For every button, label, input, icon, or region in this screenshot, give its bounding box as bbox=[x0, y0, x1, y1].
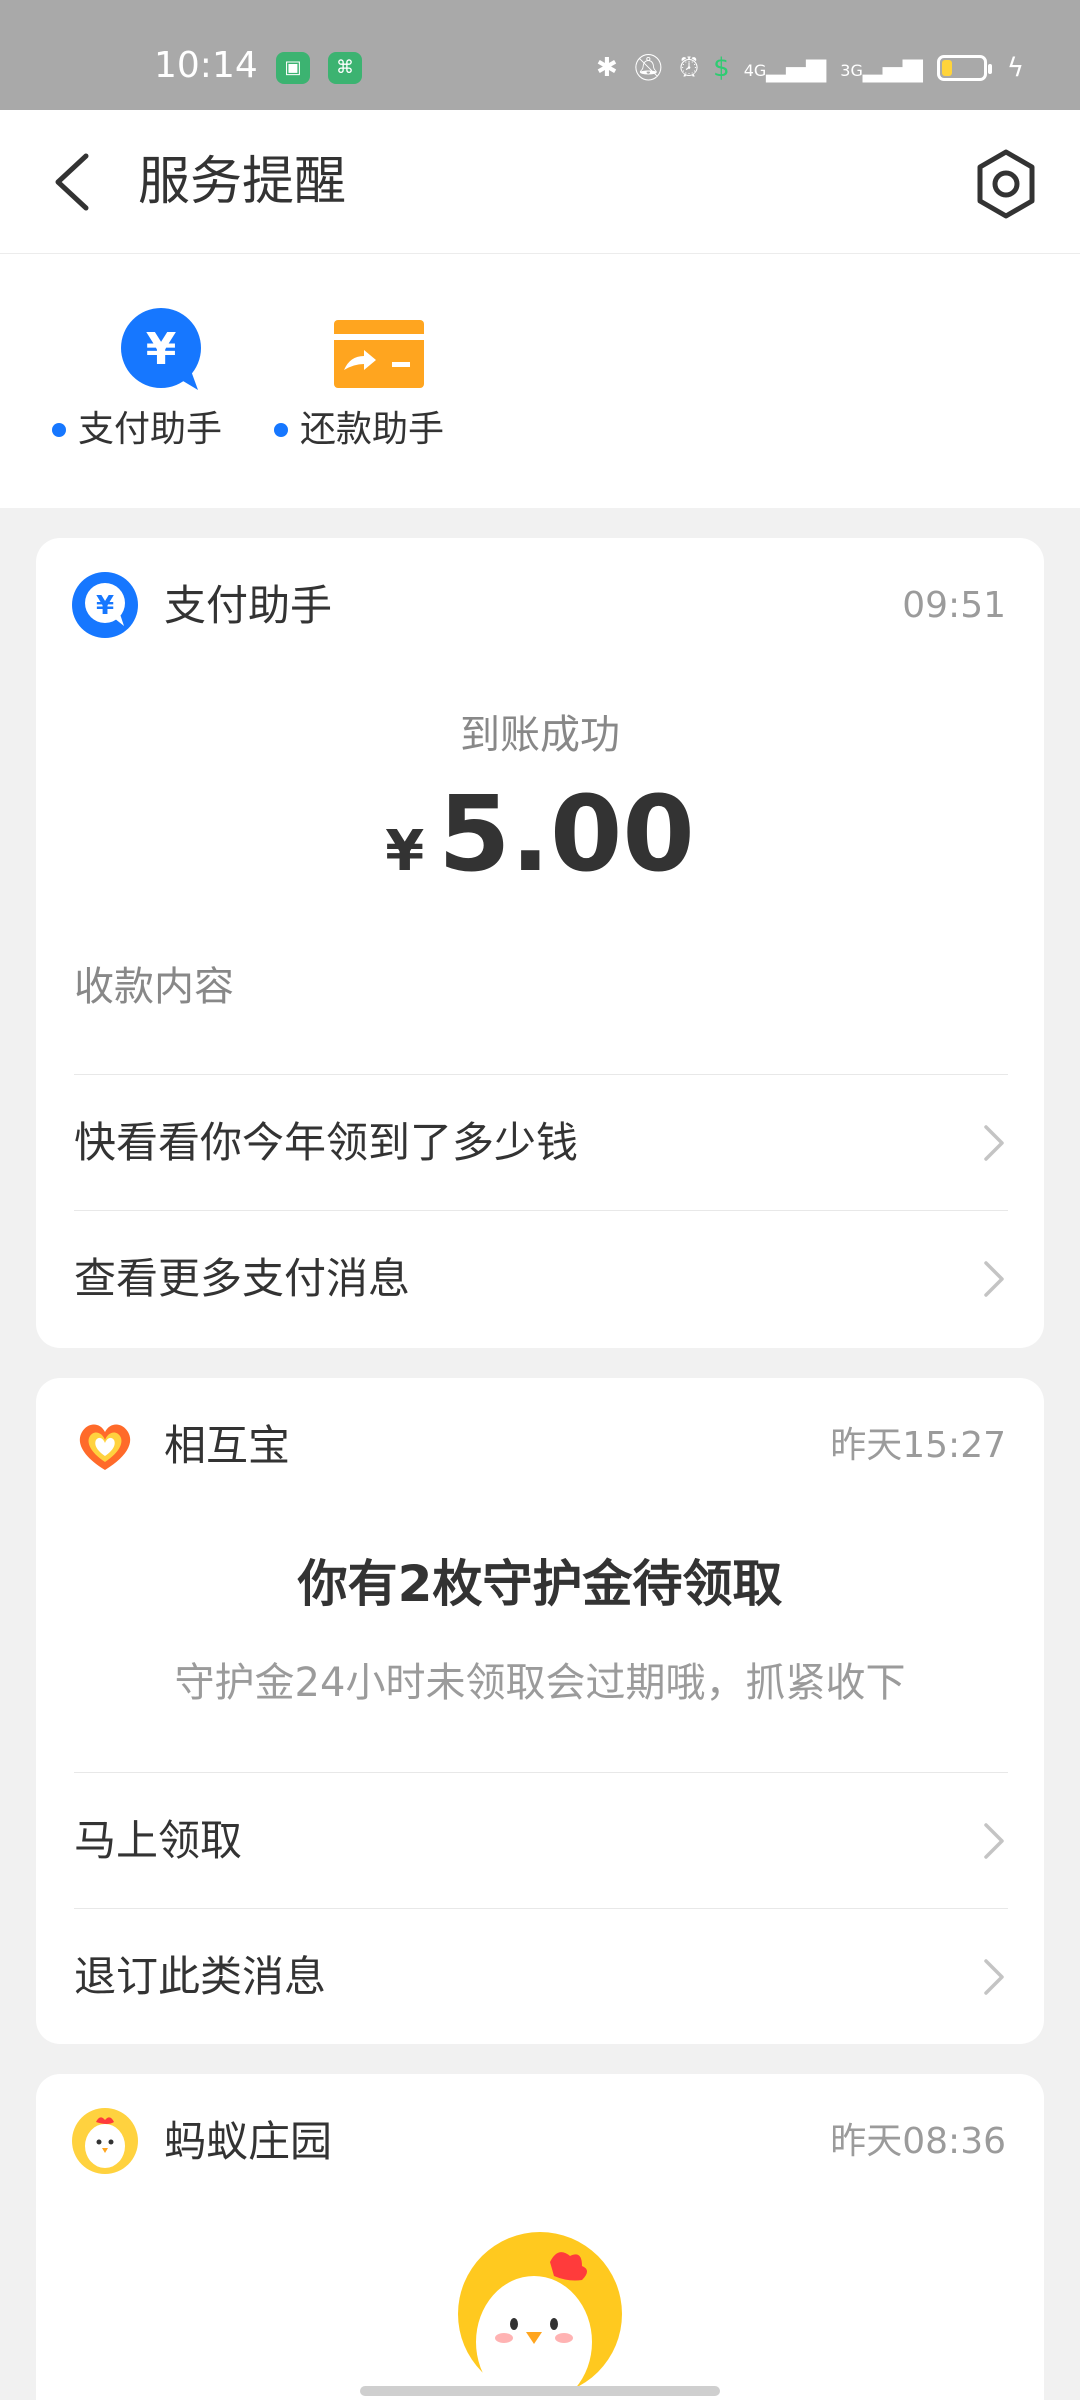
action-label: 快看看你今年领到了多少钱 bbox=[74, 1118, 579, 1167]
battery-level bbox=[941, 60, 952, 76]
currency-symbol: ¥ bbox=[385, 819, 425, 884]
chevron-right-icon bbox=[984, 1959, 1004, 1995]
action-label: 查看更多支付消息 bbox=[74, 1254, 411, 1303]
signal-4g-icon: 4G▂▄▆ bbox=[743, 53, 827, 83]
card-source: 蚂蚁庄园 bbox=[164, 2117, 333, 2166]
mutual-aid-logo-icon bbox=[79, 1424, 131, 1470]
action-label: 马上领取 bbox=[74, 1816, 243, 1865]
mute-icon: 🔕︎ bbox=[631, 53, 665, 83]
notice-description: 守护金24小时未领取会过期哦，抓紧收下 bbox=[174, 1660, 906, 1706]
card-header: ¥ 支付助手 09:51 bbox=[36, 538, 1044, 674]
notice-title: 你有2枚守护金待领取 bbox=[297, 1555, 783, 1613]
chevron-left-icon bbox=[55, 153, 89, 211]
payment-content-label: 收款内容 bbox=[74, 964, 234, 1010]
alarm-icon: ⏰︎ bbox=[678, 52, 700, 83]
card-time: 09:51 bbox=[902, 585, 1006, 626]
home-indicator[interactable] bbox=[360, 2386, 720, 2396]
service-repay-assistant[interactable]: 还款助手 bbox=[274, 306, 474, 456]
payment-card[interactable]: ¥ 支付助手 09:51 到账成功 ¥ 5.00 收款内容 快看看你今年领到了多… bbox=[36, 538, 1044, 1348]
svg-text:¥: ¥ bbox=[96, 591, 114, 621]
action-row-yearly-summary[interactable]: 快看看你今年领到了多少钱 bbox=[74, 1074, 1008, 1210]
chicken-illustration bbox=[458, 2232, 622, 2400]
shield-icon: $ bbox=[713, 53, 730, 83]
card-source: 相互宝 bbox=[164, 1421, 291, 1470]
card-transfer-icon bbox=[334, 320, 424, 388]
service-label: 还款助手 bbox=[274, 406, 444, 454]
service-shortcuts: ¥ 支付助手 还款助手 bbox=[0, 254, 1080, 508]
signal-3g-icon: 3G▂▄▆ bbox=[840, 53, 923, 83]
action-row-claim-now[interactable]: 马上领取 bbox=[74, 1772, 1008, 1908]
chicken-logo-icon bbox=[72, 2108, 138, 2174]
app-notification-icon: ⌘ bbox=[328, 52, 362, 84]
chevron-right-icon bbox=[984, 1261, 1004, 1297]
pay-assistant-logo-icon: ¥ bbox=[72, 572, 138, 638]
service-pay-assistant[interactable]: ¥ 支付助手 bbox=[52, 306, 252, 456]
service-label: 支付助手 bbox=[52, 406, 222, 454]
status-icons: ✱ 🔕︎ ⏰︎ $ 4G▂▄▆ 3G▂▄▆ ϟ bbox=[596, 46, 1024, 90]
svg-text:¥: ¥ bbox=[146, 324, 177, 375]
payment-status: 到账成功 bbox=[460, 712, 620, 758]
yuan-chat-icon: ¥ bbox=[121, 308, 201, 390]
card-header: 蚂蚁庄园 昨天08:36 bbox=[36, 2074, 1044, 2210]
chevron-right-icon bbox=[984, 1125, 1004, 1161]
app-notification-icon: ▣ bbox=[276, 52, 310, 84]
header: 服务提醒 bbox=[0, 110, 1080, 254]
mutual-aid-card[interactable]: 相互宝 昨天15:27 你有2枚守护金待领取 守护金24小时未领取会过期哦，抓紧… bbox=[36, 1378, 1044, 2044]
unread-dot bbox=[274, 423, 288, 437]
card-header: 相互宝 昨天15:27 bbox=[36, 1378, 1044, 1514]
ant-farm-card[interactable]: 蚂蚁庄园 昨天08:36 bbox=[36, 2074, 1044, 2400]
settings-button[interactable] bbox=[968, 146, 1044, 222]
service-label-text: 还款助手 bbox=[300, 409, 445, 450]
card-time: 昨天08:36 bbox=[830, 2121, 1006, 2162]
bluetooth-icon: ✱ bbox=[596, 53, 618, 83]
action-row-more-messages[interactable]: 查看更多支付消息 bbox=[74, 1210, 1008, 1346]
card-source: 支付助手 bbox=[164, 581, 333, 630]
network-3g-label: 3G bbox=[840, 61, 863, 80]
chevron-right-icon bbox=[984, 1823, 1004, 1859]
page-title: 服务提醒 bbox=[138, 152, 347, 212]
status-bar: 10:14 ▣ ⌘ ✱ 🔕︎ ⏰︎ $ 4G▂▄▆ 3G▂▄▆ ϟ bbox=[0, 0, 1080, 110]
network-4g-label: 4G bbox=[743, 61, 767, 80]
charging-icon: ϟ bbox=[1006, 53, 1024, 83]
status-time: 10:14 bbox=[154, 45, 258, 86]
back-button[interactable] bbox=[44, 146, 104, 218]
payment-amount: ¥ 5.00 bbox=[36, 774, 1044, 894]
unread-dot bbox=[52, 423, 66, 437]
amount-value: 5.00 bbox=[438, 773, 695, 895]
card-time: 昨天15:27 bbox=[830, 1425, 1006, 1466]
action-label: 退订此类消息 bbox=[74, 1952, 327, 2001]
service-label-text: 支付助手 bbox=[78, 409, 223, 450]
gear-icon bbox=[977, 149, 1035, 219]
action-row-unsubscribe[interactable]: 退订此类消息 bbox=[74, 1908, 1008, 2044]
battery-icon bbox=[936, 55, 992, 81]
chicken-icon bbox=[458, 2232, 622, 2400]
